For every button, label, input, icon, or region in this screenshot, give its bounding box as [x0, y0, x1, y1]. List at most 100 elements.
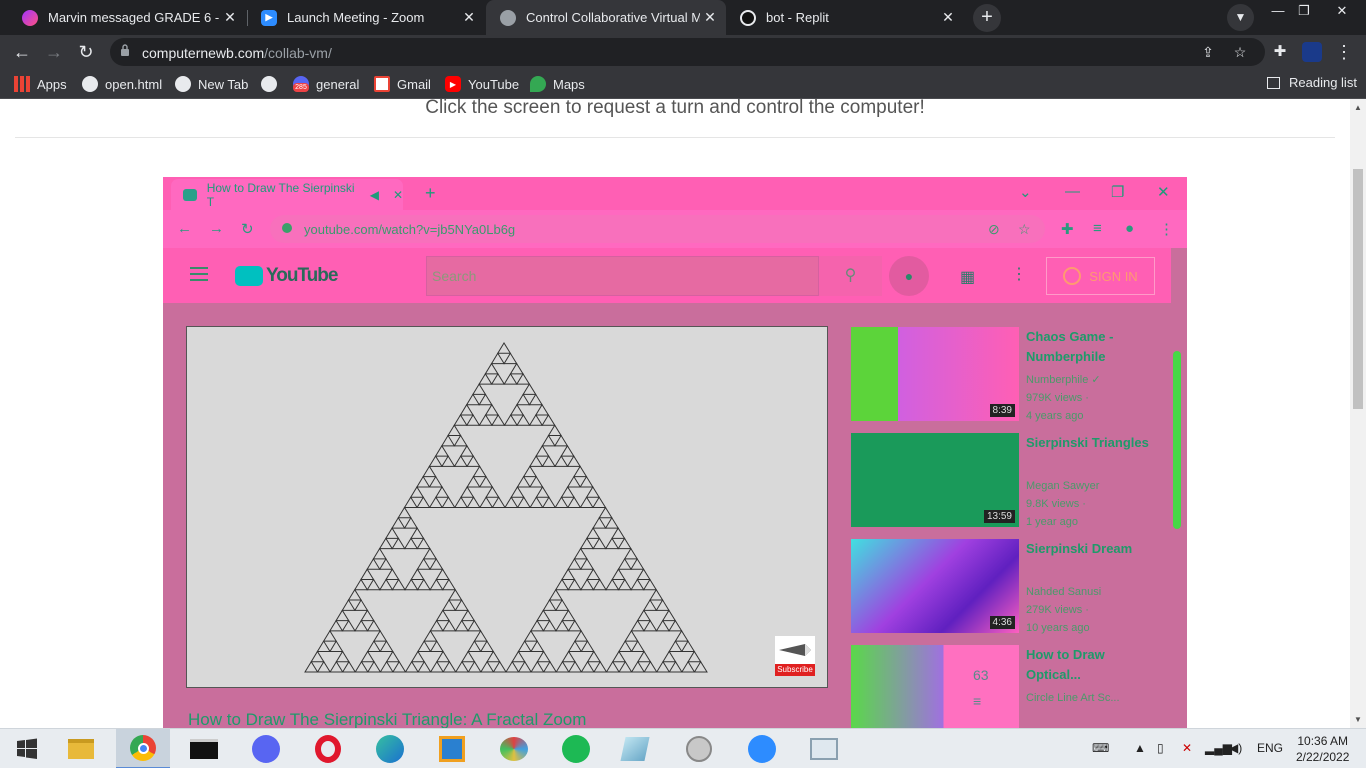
vm-scrollbar-thumb[interactable]	[1173, 351, 1181, 529]
vm-media-icon[interactable]: ≡	[1093, 220, 1102, 237]
file-explorer-icon[interactable]	[54, 729, 108, 768]
apps-grid-icon[interactable]: ▦	[960, 267, 975, 287]
extensions-icon[interactable]: ✚	[1268, 40, 1292, 64]
vm-star-icon[interactable]: ☆	[1018, 221, 1031, 238]
bookmark-star-icon[interactable]: ☆	[1230, 42, 1250, 62]
close-icon[interactable]: ✕	[220, 9, 240, 26]
window-close-icon[interactable]: ✕	[1318, 0, 1366, 24]
tab-collabvm[interactable]: Control Collaborative Virtual Mac ✕	[486, 0, 726, 35]
vm-tab-youtube[interactable]: How to Draw The Sierpinski T ◀ ✕	[171, 179, 403, 210]
vm-share-icon[interactable]: ⊘	[988, 221, 1000, 238]
vm-profile-icon[interactable]: ●	[1125, 220, 1134, 237]
device-icon[interactable]: ▯	[1157, 741, 1164, 755]
volume-icon[interactable]: ◀)	[1229, 741, 1242, 755]
bookmark-apps[interactable]: Apps	[14, 75, 67, 93]
youtube-search-input[interactable]: Search	[426, 256, 819, 296]
eraser-app-icon[interactable]	[608, 729, 662, 768]
vm-tab-search-icon[interactable]: ⌄	[1019, 183, 1032, 201]
recommendation-title: Sierpinski Triangles	[1026, 435, 1149, 450]
bookmark-new-tab[interactable]: New Tab	[175, 75, 248, 93]
channel-name: Megan Sawyer	[1026, 480, 1100, 492]
reload-icon[interactable]: ↻	[74, 40, 98, 64]
vm-extension-icon[interactable]: ✚	[1061, 220, 1074, 238]
tab-zoom[interactable]: ▶ Launch Meeting - Zoom ✕	[247, 0, 485, 35]
tab-messenger[interactable]: Marvin messaged GRADE 6 - JOY ✕	[8, 0, 246, 35]
forward-icon[interactable]: →	[42, 40, 66, 64]
show-hidden-icons-icon[interactable]: ▲	[1134, 741, 1146, 755]
start-button[interactable]	[0, 729, 54, 768]
url-text[interactable]: computernewb.com/collab-vm/	[142, 45, 332, 61]
virtualbox-icon[interactable]	[425, 729, 479, 768]
notification-badge: 285	[293, 83, 309, 92]
vm-back-icon[interactable]: ←	[177, 220, 192, 237]
bookmark-globe[interactable]	[261, 75, 284, 93]
back-icon[interactable]: ←	[10, 40, 34, 64]
reading-list-button[interactable]: Reading list	[1267, 75, 1357, 90]
bookmark-gmail[interactable]: Gmail	[374, 75, 431, 93]
spotify-icon[interactable]	[549, 729, 603, 768]
tab-replit[interactable]: bot - Replit ✕	[726, 0, 964, 35]
more-options-icon[interactable]: ⋮	[1011, 264, 1027, 284]
vm-menu-icon[interactable]: ⋮	[1159, 220, 1174, 238]
close-icon[interactable]: ✕	[393, 188, 403, 202]
hamburger-menu-icon[interactable]	[190, 267, 208, 281]
video-title: How to Draw The Sierpinski Triangle: A F…	[188, 710, 587, 728]
vm-minimize-icon[interactable]: —	[1065, 183, 1080, 200]
address-bar[interactable]: computernewb.com/collab-vm/ ⇪ ☆	[110, 38, 1265, 66]
bookmark-youtube[interactable]: ▶ YouTube	[445, 75, 519, 93]
scroll-down-icon[interactable]: ▼	[1350, 715, 1366, 724]
vm-tab-title: How to Draw The Sierpinski T	[206, 180, 355, 209]
command-prompt-icon[interactable]	[177, 729, 231, 768]
bookmark-maps[interactable]: Maps	[530, 75, 585, 93]
page-scrollbar[interactable]: ▲ ▼	[1350, 99, 1366, 728]
bookmark-open-html[interactable]: open.html	[82, 75, 162, 93]
chrome-menu-icon[interactable]: ⋮	[1332, 40, 1356, 64]
close-icon[interactable]: ✕	[459, 9, 479, 26]
wifi-signal-icon[interactable]: ▂▄▆	[1205, 741, 1232, 755]
opera-icon[interactable]	[301, 729, 355, 768]
sound-app-icon[interactable]	[672, 729, 726, 768]
vm-screen[interactable]: How to Draw The Sierpinski T ◀ ✕ + ⌄ — ❐…	[163, 177, 1187, 728]
vm-close-icon[interactable]: ✕	[1157, 183, 1170, 201]
subscribe-watermark[interactable]: Subscribe	[775, 636, 815, 676]
close-icon[interactable]: ✕	[938, 9, 958, 26]
windows-logo-icon	[17, 738, 37, 759]
profile-avatar[interactable]	[1300, 40, 1324, 64]
chrome-taskbar-icon[interactable]	[116, 729, 170, 768]
youtube-logo[interactable]: YouTube	[235, 265, 338, 287]
recommendation-item[interactable]: 13:59 Sierpinski Triangles Megan Sawyer …	[851, 433, 1151, 529]
scroll-up-icon[interactable]: ▲	[1350, 103, 1366, 112]
recommendation-item[interactable]: 63 ≡ How to Draw Optical... Circle Line …	[851, 645, 1151, 728]
network-error-icon[interactable]: ✕	[1182, 741, 1192, 755]
discord-taskbar-icon[interactable]	[239, 729, 293, 768]
zoom-taskbar-icon[interactable]	[735, 729, 789, 768]
edge-icon[interactable]	[363, 729, 417, 768]
youtube-wordmark: YouTube	[266, 265, 338, 286]
vm-reload-icon[interactable]: ↻	[241, 220, 254, 238]
task-manager-icon[interactable]	[797, 729, 851, 768]
vm-address-bar[interactable]: youtube.com/watch?v=jb5NYa0Lb6g ⊘ ☆	[270, 215, 1045, 243]
scrollbar-thumb[interactable]	[1353, 169, 1363, 409]
sign-in-button[interactable]: SIGN IN	[1046, 257, 1155, 295]
recommendation-item[interactable]: 4:36 Sierpinski Dream Nahded Sanusi 279K…	[851, 539, 1151, 635]
new-tab-button[interactable]: +	[973, 4, 1001, 32]
close-icon[interactable]: ✕	[700, 9, 720, 26]
microphone-icon[interactable]: ●	[889, 256, 929, 296]
vm-new-tab-button[interactable]: +	[425, 183, 436, 204]
system-clock[interactable]: 10:36 AM 2/22/2022	[1296, 733, 1349, 765]
vm-forward-icon[interactable]: →	[209, 220, 224, 237]
clock-time: 10:36 AM	[1297, 734, 1349, 748]
tab-search-icon[interactable]: ▼	[1227, 4, 1254, 31]
paint-icon[interactable]	[487, 729, 541, 768]
vm-restore-icon[interactable]: ❐	[1111, 183, 1124, 201]
pencil-icon	[779, 644, 811, 656]
share-icon[interactable]: ⇪	[1198, 42, 1218, 62]
lock-icon	[282, 223, 292, 233]
browser-tab-strip: Marvin messaged GRADE 6 - JOY ✕ ▶ Launch…	[0, 0, 1366, 35]
search-icon[interactable]: ⚲	[819, 256, 882, 296]
recommendation-item[interactable]: 8:39 Chaos Game - Numberphile Numberphil…	[851, 327, 1151, 423]
bookmark-general[interactable]: 285 general	[293, 75, 359, 93]
video-player[interactable]: Subscribe	[186, 326, 828, 688]
touch-keyboard-icon[interactable]: ⌨	[1092, 741, 1109, 755]
language-indicator[interactable]: ENG	[1257, 741, 1283, 755]
